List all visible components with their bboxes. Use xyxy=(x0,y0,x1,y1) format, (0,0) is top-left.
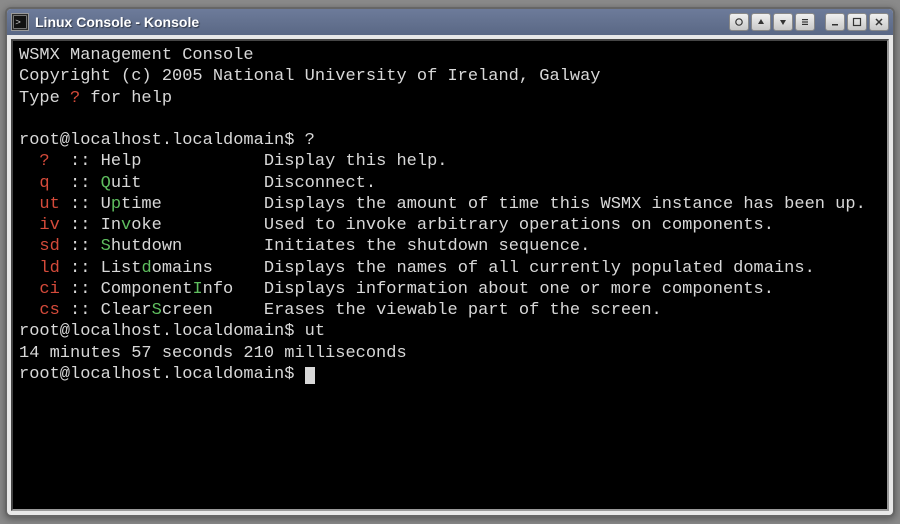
close-button[interactable] xyxy=(869,13,889,31)
minimize-button[interactable] xyxy=(825,13,845,31)
circle-button[interactable] xyxy=(729,13,749,31)
titlebar[interactable]: > Linux Console - Konsole xyxy=(7,9,893,35)
svg-text:>: > xyxy=(15,17,21,28)
window-title: Linux Console - Konsole xyxy=(35,14,729,30)
maximize-button[interactable] xyxy=(847,13,867,31)
konsole-window: > Linux Console - Konsole WSMX Managemen… xyxy=(5,7,895,517)
menu-button[interactable] xyxy=(795,13,815,31)
up-button[interactable] xyxy=(751,13,771,31)
window-controls xyxy=(729,13,889,31)
down-button[interactable] xyxy=(773,13,793,31)
app-icon: > xyxy=(11,13,29,31)
cursor xyxy=(305,367,315,384)
terminal-viewport[interactable]: WSMX Management Console Copyright (c) 20… xyxy=(11,39,889,511)
